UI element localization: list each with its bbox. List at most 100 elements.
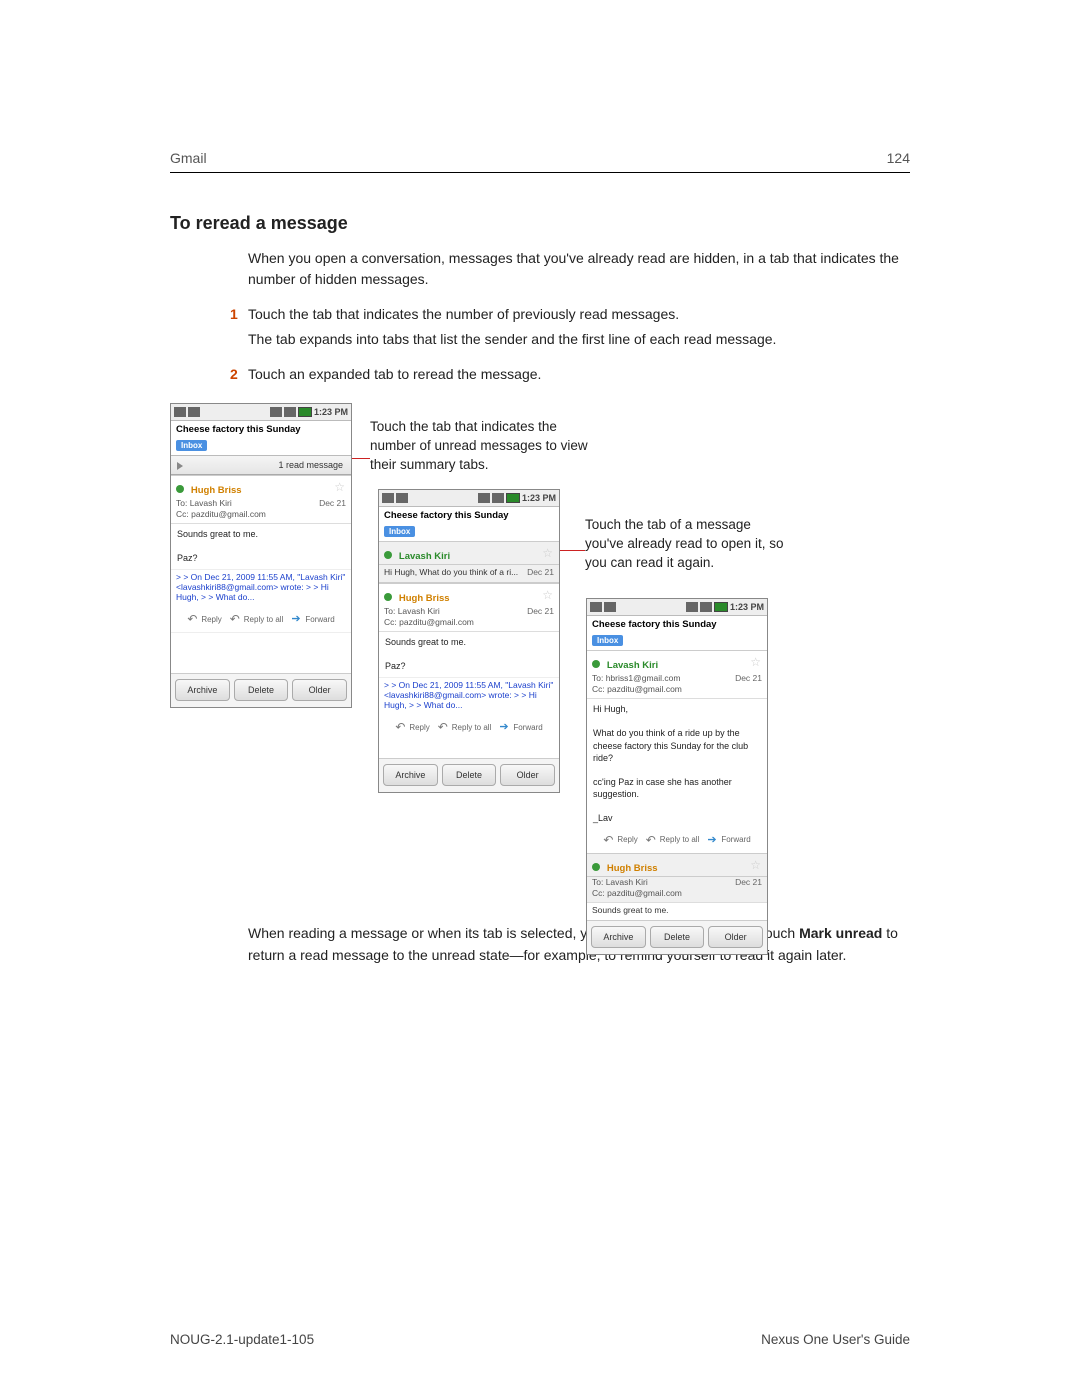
message-body: Sounds great to me. Paz? [379,631,559,676]
message-date: Dec 21 [527,567,554,578]
star-icon[interactable]: ☆ [334,480,345,494]
forward-button[interactable]: Forward [707,835,750,845]
clock: 1:23 PM [522,493,556,503]
message-date: Dec 21 [735,877,762,888]
read-messages-tab[interactable]: 1 read message [171,455,351,475]
collapsed-message-tab[interactable]: Hugh Briss ☆ [587,853,767,877]
conversation-subject: Cheese factory this Sunday [171,421,351,435]
message-header[interactable]: Hugh Briss ☆ [379,583,559,606]
conversation-subject: Cheese factory this Sunday [587,616,767,630]
older-button[interactable]: Older [292,679,347,701]
recipients: To: Lavash KiriDec 21 Cc: pazditu@gmail.… [587,877,767,902]
battery-icon [506,493,520,503]
step-1-detail: The tab expands into tabs that list the … [248,329,910,350]
recipients: To: Lavash KiriDec 21 Cc: pazditu@gmail.… [379,606,559,631]
presence-icon [384,551,392,559]
status-bar: 1:23 PM [379,490,559,507]
reply-all-button[interactable]: Reply to all [438,722,492,732]
delete-button[interactable]: Delete [650,926,705,948]
reply-button[interactable]: Reply [187,614,221,624]
reply-all-button[interactable]: Reply to all [646,835,700,845]
forward-button[interactable]: Forward [499,722,542,732]
star-icon[interactable]: ☆ [750,655,761,669]
message-header[interactable]: Hugh Briss ☆ [171,475,351,498]
reply-all-button[interactable]: Reply to all [230,614,284,624]
inbox-label[interactable]: Inbox [592,635,623,646]
collapsed-message-tab[interactable]: Lavash Kiri ☆ [379,541,559,565]
reply-button[interactable]: Reply [603,835,637,845]
callout-2: Touch the tab of a message you've alread… [585,516,785,573]
battery-icon [714,602,728,612]
callout-1: Touch the tab that indicates the number … [370,418,600,475]
quoted-text: > > On Dec 21, 2009 11:55 AM, "Lavash Ki… [379,677,559,717]
inbox-label[interactable]: Inbox [176,440,207,451]
star-icon[interactable]: ☆ [750,858,761,872]
reply-button[interactable]: Reply [395,722,429,732]
message-date: Dec 21 [319,498,346,509]
mail-icon [604,602,616,612]
message-header[interactable]: Lavash Kiri ☆ [587,650,767,673]
recipients: To: Lavash KiriDec 21 Cc: pazditu@gmail.… [171,498,351,523]
bottom-buttons: Archive Delete Older [379,758,559,792]
mark-unread-label: Mark unread [799,925,882,941]
full-message-body: Hi Hugh, What do you think of a ride up … [587,698,767,828]
closing-paragraph: When reading a message or when its tab i… [248,923,910,966]
step-text: Touch an expanded tab to reread the mess… [248,364,910,385]
battery-icon [298,407,312,417]
screenshot-1: 1:23 PM Cheese factory this Sunday Inbox… [170,403,352,708]
status-bar: 1:23 PM [171,404,351,421]
delete-button[interactable]: Delete [442,764,497,786]
star-icon[interactable]: ☆ [542,588,553,602]
presence-icon [176,485,184,493]
star-icon[interactable]: ☆ [542,546,553,560]
message-actions: Reply Reply to all Forward [379,716,559,740]
presence-icon [384,593,392,601]
reply-icon [187,614,199,624]
older-button[interactable]: Older [708,926,763,948]
status-bar: 1:23 PM [587,599,767,616]
forward-icon [707,835,719,845]
read-count: 1 read message [278,460,343,470]
presence-icon [592,863,600,871]
message-body: Sounds great to me. Paz? [171,523,351,568]
recipients: To: hbriss1@gmail.comDec 21 Cc: pazditu@… [587,673,767,698]
clock: 1:23 PM [730,602,764,612]
archive-button[interactable]: Archive [383,764,438,786]
status-icon [382,493,394,503]
reply-all-icon [438,722,450,732]
doc-title: Nexus One User's Guide [761,1332,910,1347]
signal-icon [284,407,296,417]
older-button[interactable]: Older [500,764,555,786]
message-preview: Hi Hugh, What do you think of a ri...Dec… [379,565,559,583]
presence-icon [592,660,600,668]
screenshot-2: 1:23 PM Cheese factory this Sunday Inbox… [378,489,560,793]
step-number: 2 [230,364,248,385]
page-footer: NOUG-2.1-update1-105 Nexus One User's Gu… [170,1332,910,1347]
page-number: 124 [887,150,910,166]
intro-paragraph: When you open a conversation, messages t… [248,248,910,290]
sender-name: Hugh Briss [191,485,242,496]
delete-button[interactable]: Delete [234,679,289,701]
expand-icon [177,462,183,470]
page-header: Gmail 124 [170,150,910,173]
forward-button[interactable]: Forward [291,614,334,624]
status-icon [174,407,186,417]
doc-id: NOUG-2.1-update1-105 [170,1332,314,1347]
inbox-label[interactable]: Inbox [384,526,415,537]
sender-name: Hugh Briss [607,863,658,874]
header-section: Gmail [170,150,207,166]
signal-icon [478,493,490,503]
forward-icon [499,722,511,732]
quoted-text: > > On Dec 21, 2009 11:55 AM, "Lavash Ki… [171,569,351,609]
signal-icon [700,602,712,612]
reply-all-icon [646,835,658,845]
message-actions: Reply Reply to all Forward [171,608,351,632]
reply-icon [395,722,407,732]
archive-button[interactable]: Archive [175,679,230,701]
signal-icon [270,407,282,417]
reply-icon [603,835,615,845]
signal-icon [492,493,504,503]
figures-area: Touch the tab that indicates the number … [170,403,910,903]
archive-button[interactable]: Archive [591,926,646,948]
sender-name: Lavash Kiri [399,551,450,562]
